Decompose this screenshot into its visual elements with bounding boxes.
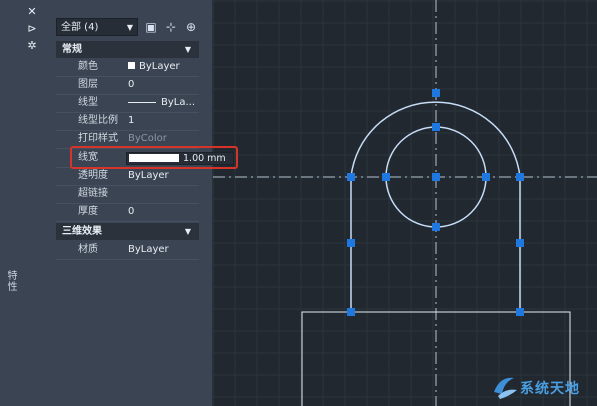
prop-row-plot-style[interactable]: 打印样式 ByColor	[56, 130, 199, 148]
section-3d-effects[interactable]: 三维效果 ▼	[56, 223, 199, 240]
object-type-value: 全部 (4)	[61, 22, 99, 33]
grip-handle[interactable]	[432, 173, 440, 181]
section-3d-effects-title: 三维效果	[62, 226, 102, 237]
prop-value-thickness[interactable]: 0	[128, 203, 198, 221]
grip-handle[interactable]	[347, 173, 355, 181]
prop-name: 图层	[78, 79, 98, 90]
prop-name: 线型	[78, 97, 98, 108]
prop-row-linetype[interactable]: 线型 ByLa...	[56, 94, 199, 112]
grip-handle[interactable]	[516, 173, 524, 181]
prop-name: 打印样式	[78, 133, 118, 144]
prop-row-thickness[interactable]: 厚度 0	[56, 203, 199, 221]
lineweight-value: 1.00 mm	[183, 153, 226, 164]
linetype-sample-icon	[128, 101, 156, 103]
canvas-grid	[212, 0, 597, 406]
grip-handle[interactable]	[382, 173, 390, 181]
prop-value-transparency[interactable]: ByLayer	[128, 167, 198, 185]
section-general-title: 常规	[62, 44, 82, 55]
object-type-select[interactable]: 全部 (4) ▼	[56, 18, 138, 36]
collapse-icon: ▼	[184, 45, 191, 54]
prop-row-material[interactable]: 材质 ByLayer	[56, 241, 199, 259]
row-divider	[56, 76, 199, 77]
prop-value-text: ByLayer	[139, 61, 180, 72]
color-swatch-icon	[128, 61, 135, 69]
prop-row-color[interactable]: 颜色 ByLayer	[56, 58, 199, 76]
grip-handle[interactable]	[432, 123, 440, 131]
prop-value-linetype[interactable]: ByLa...	[128, 94, 198, 112]
prop-value-text: ByLa...	[161, 97, 196, 108]
prop-name: 线型比例	[78, 115, 118, 126]
palette-tool-column: ✕ ⊳ ✲	[20, 0, 50, 406]
grip-handle[interactable]	[347, 308, 355, 316]
row-divider	[56, 112, 199, 113]
prop-name: 线宽	[78, 152, 98, 163]
prop-row-hyperlink[interactable]: 超链接	[56, 185, 199, 203]
lineweight-select[interactable]: 1.00 mm	[126, 152, 234, 165]
pickadd-icon[interactable]: ⊕	[183, 19, 199, 35]
row-divider	[56, 167, 199, 168]
chevron-down-icon: ▼	[126, 23, 133, 32]
grip-handle[interactable]	[432, 89, 440, 97]
row-divider	[56, 203, 199, 204]
properties-side-strip[interactable]: 特性	[0, 0, 21, 406]
prop-row-layer[interactable]: 图层 0	[56, 76, 199, 94]
prop-value-color[interactable]: ByLayer	[128, 58, 198, 76]
watermark-text: 系统天地	[520, 381, 580, 397]
prop-name: 材质	[78, 244, 98, 255]
watermark: 系统天地	[490, 372, 594, 402]
prop-value-plot-style: ByColor	[128, 133, 167, 144]
prop-name: 厚度	[78, 206, 98, 217]
row-divider	[56, 94, 199, 95]
row-divider	[56, 259, 199, 260]
prop-value-layer[interactable]: 0	[128, 76, 198, 94]
row-divider	[56, 221, 199, 222]
grip-handle[interactable]	[482, 173, 490, 181]
watermark-logo-icon	[494, 377, 517, 399]
row-divider	[56, 148, 199, 149]
grip-handle[interactable]	[516, 308, 524, 316]
side-tab-label: 特性	[5, 270, 16, 292]
row-divider	[56, 185, 199, 186]
collapse-icon: ▼	[184, 227, 191, 236]
lineweight-sample-icon	[129, 153, 179, 162]
prop-name: 透明度	[78, 170, 108, 181]
row-divider	[56, 130, 199, 131]
prop-value-material[interactable]: ByLayer	[128, 241, 198, 259]
settings-icon[interactable]: ✲	[26, 40, 38, 52]
prop-name: 颜色	[78, 61, 98, 72]
close-icon[interactable]: ✕	[26, 6, 38, 18]
grip-handle[interactable]	[432, 223, 440, 231]
quick-select-icon[interactable]: ▣	[143, 19, 159, 35]
prop-row-transparency[interactable]: 透明度 ByLayer	[56, 167, 199, 185]
autohide-icon[interactable]: ⊳	[26, 23, 38, 35]
prop-value-linetype-scale[interactable]: 1	[128, 112, 198, 130]
select-objects-icon[interactable]: ⊹	[163, 19, 179, 35]
prop-row-linetype-scale[interactable]: 线型比例 1	[56, 112, 199, 130]
section-general[interactable]: 常规 ▼	[56, 41, 199, 58]
grip-handle[interactable]	[516, 239, 524, 247]
prop-name: 超链接	[78, 188, 108, 199]
grip-handle[interactable]	[347, 239, 355, 247]
